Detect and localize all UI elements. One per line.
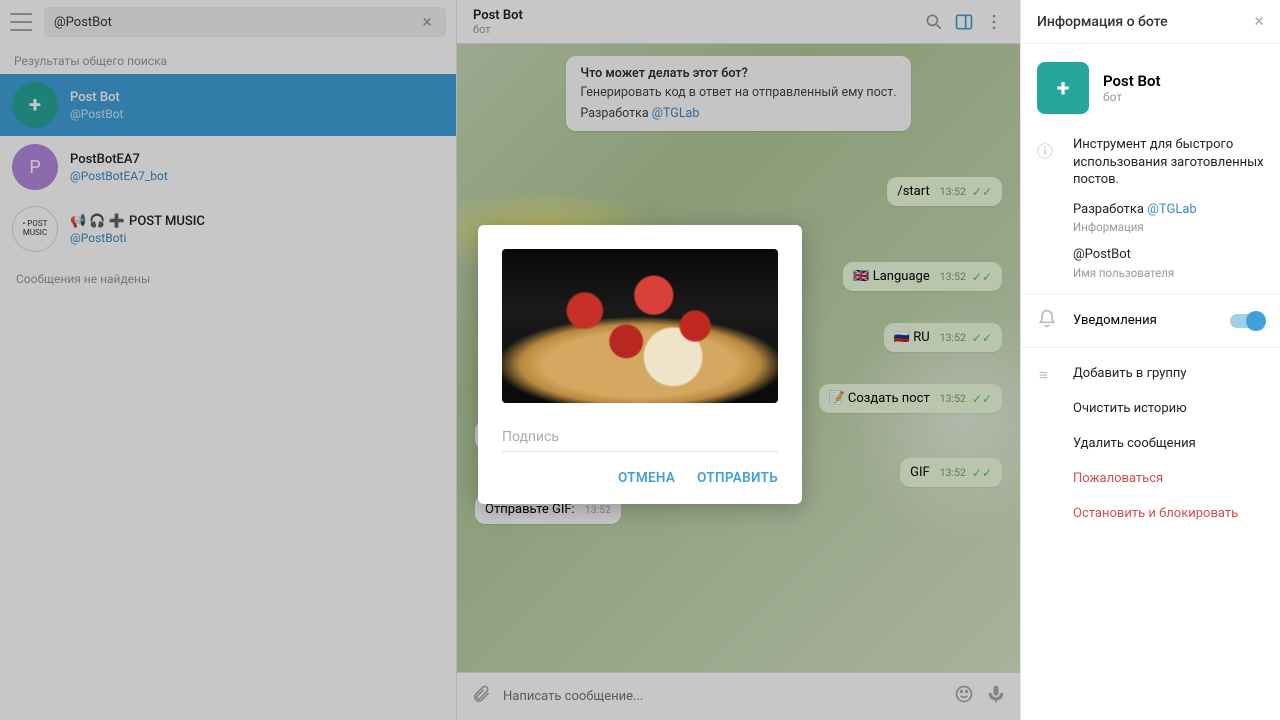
report-button[interactable]: Пожаловаться [1021, 461, 1280, 496]
clear-history-button[interactable]: Очистить историю [1021, 391, 1280, 426]
bot-username[interactable]: @PostBot [1073, 246, 1264, 264]
tglab-link[interactable]: @TGLab [652, 106, 700, 121]
clear-search-icon[interactable]: × [418, 12, 436, 33]
avatar: P [12, 144, 58, 190]
username-label: Имя пользователя [1073, 266, 1264, 280]
add-to-group-button[interactable]: Добавить в группу [1021, 356, 1280, 391]
pinned-info: Что может делать этот бот? Генерировать … [566, 56, 910, 131]
chat-handle: @PostBoti [70, 231, 205, 245]
read-ticks-icon: ✓✓ [972, 331, 992, 345]
info-icon: ⓘ [1037, 136, 1057, 280]
chat-item-postmusic[interactable]: • POST MUSIC 📢 🎧 ➕ POST MUSIC @PostBoti [0, 198, 456, 260]
message-out[interactable]: GIF13:52✓✓ [900, 458, 1002, 487]
bot-dev: Разработка @TGLab [1073, 201, 1264, 219]
search-box[interactable]: × [44, 7, 446, 37]
mic-icon[interactable] [986, 684, 1006, 709]
chat-name: Post Bot [70, 90, 123, 105]
chat-name: PostBotEA7 [70, 152, 168, 167]
section-global-results: Результаты общего поиска [0, 44, 456, 74]
chat-name: 📢 🎧 ➕ POST MUSIC [70, 214, 205, 229]
message-out[interactable]: /start13:52✓✓ [887, 177, 1002, 206]
caption-input[interactable] [502, 419, 778, 452]
avatar: • POST MUSIC [12, 206, 58, 252]
info-panel: Информация о боте × + Post Bot бот ⓘ Инс… [1020, 0, 1280, 720]
chat-title: Post Bot [473, 8, 914, 23]
message-input-bar [457, 672, 1020, 720]
chat-handle: @PostBot [70, 107, 123, 121]
emoji-icon[interactable] [954, 684, 974, 709]
read-ticks-icon: ✓✓ [972, 185, 992, 199]
search-input[interactable] [54, 15, 418, 30]
message-out[interactable]: 🇷🇺 RU13:52✓✓ [884, 323, 1002, 352]
chat-item-postbot[interactable]: + Post Bot @PostBot [0, 74, 456, 136]
read-ticks-icon: ✓✓ [972, 392, 992, 406]
send-media-modal: ОТМЕНА ОТПРАВИТЬ [478, 225, 802, 504]
read-ticks-icon: ✓✓ [972, 466, 992, 480]
message-out[interactable]: 📝 Создать пост13:52✓✓ [819, 384, 1002, 413]
search-icon[interactable] [924, 12, 944, 32]
chat-handle: @PostBotEA7_bot [70, 169, 168, 183]
info-label: Информация [1073, 220, 1264, 234]
info-title: Информация о боте [1037, 14, 1168, 30]
message-out[interactable]: 🇬🇧 Language13:52✓✓ [843, 262, 1002, 291]
chat-item-postbotea7[interactable]: P PostBotEA7 @PostBotEA7_bot [0, 136, 456, 198]
message-input[interactable] [503, 689, 942, 704]
profile-name: Post Bot [1103, 72, 1161, 90]
bot-description: Инструмент для быстрого использования за… [1073, 136, 1264, 189]
close-icon[interactable]: × [1254, 11, 1264, 32]
notifications-toggle[interactable] [1230, 314, 1264, 328]
chat-subtitle: бот [473, 23, 914, 36]
read-ticks-icon: ✓✓ [972, 270, 992, 284]
stop-block-button[interactable]: Остановить и блокировать [1021, 496, 1280, 531]
tglab-link[interactable]: @TGLab [1147, 202, 1196, 217]
media-preview [502, 249, 778, 403]
bell-icon [1037, 309, 1057, 333]
menu-icon[interactable] [10, 13, 32, 31]
send-button[interactable]: ОТПРАВИТЬ [697, 470, 778, 486]
cancel-button[interactable]: ОТМЕНА [618, 470, 675, 486]
profile-sub: бот [1103, 90, 1161, 104]
chat-header: Post Bot бот [457, 0, 1020, 44]
delete-messages-button[interactable]: Удалить сообщения [1021, 426, 1280, 461]
left-sidebar: × Результаты общего поиска + Post Bot @P… [0, 0, 457, 720]
messages-not-found: Сообщения не найдены [0, 260, 456, 298]
profile-avatar: + [1037, 62, 1089, 114]
sidebar-toggle-icon[interactable] [954, 12, 974, 32]
more-icon[interactable] [984, 12, 1004, 32]
notifications-label: Уведомления [1073, 313, 1214, 328]
attach-icon[interactable] [471, 684, 491, 709]
avatar: + [12, 82, 58, 128]
